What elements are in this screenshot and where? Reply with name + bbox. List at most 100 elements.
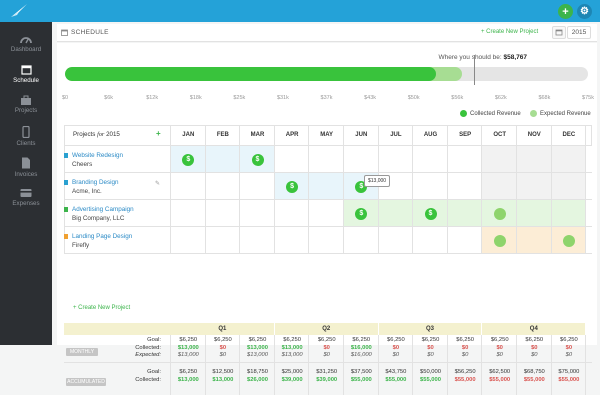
schedule-grid: Projects for 2015 + + Create New Project…	[64, 125, 592, 395]
document-icon	[22, 157, 30, 169]
collected-value: $0	[427, 344, 434, 351]
quarter-header-q1: Q1	[171, 323, 274, 335]
legend-expected-label: Expected Revenue	[540, 110, 591, 117]
project-client: Cheers	[72, 161, 93, 168]
sidebar-item-invoices[interactable]: Invoices	[0, 157, 52, 178]
grid-line	[446, 335, 448, 395]
collected-value: $0	[392, 344, 400, 351]
collected-value: $55,000	[385, 376, 407, 383]
month-header-feb: FEB	[216, 132, 229, 138]
collected-value: $55,000	[350, 376, 372, 383]
project-row[interactable]: Landing Page Design Firefly	[64, 227, 171, 254]
goal-value: $6,250	[248, 337, 267, 343]
month-header-jun: JUN	[355, 132, 368, 138]
project-name-link[interactable]: Advertising Campaign	[72, 206, 171, 213]
target-label: Where you should be: $58,767	[57, 54, 527, 61]
expected-value: $0	[392, 352, 400, 358]
month-header-apr: APR	[285, 132, 299, 138]
axis-tick-label: $37k	[320, 95, 333, 101]
goal-value: $6,250	[214, 337, 232, 343]
grid-line	[343, 335, 344, 395]
collected-value: $0	[461, 344, 469, 351]
project-client: Big Company, LLC	[72, 215, 125, 222]
accumulated-summary-cell: $62,500 $55,000	[482, 369, 517, 384]
collected-value: $13,000	[247, 344, 268, 351]
payment-dollar-icon[interactable]: $	[355, 207, 368, 220]
project-name-link[interactable]: Website Redesign	[72, 152, 171, 159]
axis-tick-label: $6k	[104, 95, 114, 101]
logo-icon	[11, 4, 27, 17]
month-header-jan: JAN	[182, 132, 195, 138]
month-header-may: MAY	[320, 132, 334, 138]
goal-value: $6,250	[560, 337, 578, 343]
accumulated-summary-cell: $12,500 $13,000	[206, 369, 241, 384]
page-title-text: SCHEDULE	[71, 29, 109, 36]
summary-label: Goal:	[147, 337, 161, 343]
briefcase-icon	[21, 95, 31, 105]
monthly-summary-cell: $6,250 $13,000 $13,000	[240, 337, 275, 360]
sidebar-item-label: Clients	[16, 140, 36, 147]
expected-value: $0	[565, 352, 573, 358]
month-header-aug: AUG	[423, 132, 438, 138]
sidebar-item-label: Dashboard	[10, 46, 42, 53]
grid-line	[481, 335, 483, 395]
expected-value: $16,000	[350, 352, 372, 358]
goal-value: $62,500	[489, 369, 511, 375]
collected-value: $0	[531, 344, 538, 351]
project-name-link[interactable]: Landing Page Design	[72, 233, 171, 240]
goal-value: $6,250	[179, 369, 198, 375]
goal-value: $6,250	[352, 337, 371, 343]
expected-payment-icon[interactable]	[493, 207, 506, 220]
sidebar-item-expenses[interactable]: Expenses	[0, 188, 52, 207]
monthly-summary-cell: $6,250 $13,000 $13,000	[171, 337, 206, 360]
quick-add-button[interactable]: +	[558, 4, 573, 19]
collected-dot-icon	[460, 110, 467, 117]
calendar-icon	[61, 29, 68, 36]
payment-dollar-icon[interactable]: $	[182, 153, 195, 166]
monthly-summary-cell: $6,250 $0 $0	[448, 337, 483, 360]
goal-value: $25,000	[281, 369, 303, 375]
monthly-summary-cell: $6,250 $0 $0	[517, 337, 552, 360]
project-color-marker	[64, 153, 68, 158]
collected-value: $55,000	[489, 376, 511, 383]
expected-payment-icon[interactable]	[562, 234, 575, 247]
grid-line	[516, 335, 517, 395]
calendar-picker-button[interactable]	[552, 26, 566, 39]
project-row[interactable]: Advertising Campaign Big Company, LLC	[64, 200, 171, 227]
accumulated-summary-cell: $50,000 $55,000	[413, 369, 448, 384]
project-row[interactable]: Website Redesign Cheers	[64, 146, 171, 173]
collected-value: $13,000	[177, 344, 199, 351]
project-row[interactable]: Branding Design Acme, Inc. ✎	[64, 173, 171, 200]
year-selector[interactable]: 2015	[567, 26, 591, 39]
accumulated-summary-cell: $18,750 $26,000	[240, 369, 275, 384]
expected-value: $0	[496, 352, 503, 358]
payment-dollar-icon[interactable]: $	[251, 153, 264, 166]
axis-tick-label: $56k	[451, 95, 464, 101]
expected-payment-icon[interactable]	[493, 234, 506, 247]
create-project-link[interactable]: + Create New Project	[73, 305, 130, 311]
quarter-header-spacer	[64, 323, 171, 335]
monthly-summary-cell: $6,250 $0 $0	[206, 337, 241, 360]
axis-tick-label: $12k	[146, 95, 159, 101]
goal-value: $6,250	[421, 337, 440, 343]
month-header-oct: OCT	[493, 132, 507, 138]
axis-tick-label: $31k	[276, 95, 289, 101]
grid-line	[550, 335, 552, 395]
quarter-header-q4: Q4	[482, 323, 586, 335]
payment-dollar-icon[interactable]: $	[424, 207, 437, 220]
grid-line	[273, 335, 275, 395]
payment-dollar-icon[interactable]: $	[286, 180, 299, 193]
grid-line	[170, 335, 171, 395]
sidebar-item-clients[interactable]: Clients	[0, 126, 52, 147]
create-project-link[interactable]: + Create New Project	[481, 29, 538, 35]
settings-gear-icon[interactable]: ⚙	[577, 4, 592, 19]
sidebar-item-schedule[interactable]: Schedule	[0, 64, 52, 84]
sidebar-item-projects[interactable]: Projects	[0, 95, 52, 114]
edit-pencil-icon[interactable]: ✎	[155, 180, 160, 187]
schedule-panel: Where you should be: $58,767 $0 $6k $12k $1…	[57, 43, 597, 395]
goal-value: $50,000	[420, 369, 441, 375]
sidebar-item-label: Projects	[14, 107, 38, 114]
project-color-marker	[64, 180, 68, 185]
month-header-sep: SEP	[459, 132, 472, 138]
sidebar-item-dashboard[interactable]: Dashboard	[0, 34, 52, 53]
